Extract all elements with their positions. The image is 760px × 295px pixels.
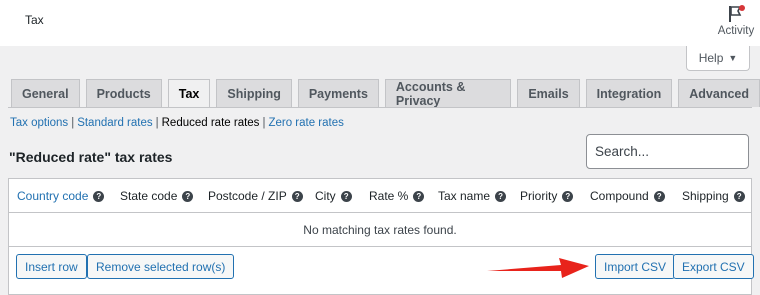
separator: | [155, 117, 159, 129]
top-bar: Tax Activity [0, 0, 760, 46]
tab-shipping[interactable]: Shipping [216, 79, 292, 107]
tab-accounts-privacy[interactable]: Accounts & Privacy [384, 79, 512, 108]
subsection-standard-rates[interactable]: Standard rates [77, 117, 152, 129]
separator: | [71, 117, 75, 129]
search-input[interactable] [586, 134, 749, 169]
help-icon[interactable]: ? [291, 190, 303, 202]
help-icon[interactable]: ? [182, 190, 194, 202]
column-label: State code [120, 189, 178, 203]
column-header-compound: Compound ? [590, 189, 665, 203]
notification-dot [739, 5, 745, 11]
page-title: Tax [25, 13, 44, 27]
column-header-postcode: Postcode / ZIP ? [208, 189, 303, 203]
flag-icon [727, 4, 745, 24]
column-header-rate: Rate % ? [369, 189, 425, 203]
column-label: Priority [520, 189, 558, 203]
insert-row-button[interactable]: Insert row [16, 254, 87, 279]
column-label: Tax name [438, 189, 491, 203]
import-csv-button[interactable]: Import CSV [595, 254, 676, 279]
column-label: Postcode / ZIP [208, 189, 287, 203]
help-icon[interactable]: ? [653, 190, 665, 202]
column-header-state-code: State code ? [120, 189, 194, 203]
help-icon[interactable]: ? [413, 190, 425, 202]
tab-integration[interactable]: Integration [585, 79, 673, 107]
help-icon[interactable]: ? [562, 190, 574, 202]
tab-tax[interactable]: Tax [167, 79, 211, 108]
separator: | [262, 117, 266, 129]
tab-payments[interactable]: Payments [297, 79, 379, 107]
help-button[interactable]: Help ▼ [686, 46, 750, 71]
tax-subsection-nav: Tax options | Standard rates | Reduced r… [10, 117, 344, 129]
subsection-zero-rate-rates[interactable]: Zero rate rates [268, 117, 343, 129]
help-icon[interactable]: ? [340, 190, 352, 202]
column-header-city: City ? [315, 189, 352, 203]
column-label: Shipping [682, 189, 729, 203]
subsection-reduced-rate-rates: Reduced rate rates [161, 117, 260, 129]
column-header-shipping: Shipping ? [682, 189, 745, 203]
table-header: Country code ? State code ? Postcode / Z… [9, 179, 751, 213]
column-label: Compound [590, 189, 649, 203]
help-icon[interactable]: ? [93, 190, 105, 202]
column-label: City [315, 189, 336, 203]
section-heading: "Reduced rate" tax rates [9, 149, 173, 165]
column-header-tax-name: Tax name ? [438, 189, 507, 203]
tab-divider [8, 107, 752, 108]
tab-general[interactable]: General [11, 79, 80, 107]
column-label: Rate % [369, 189, 409, 203]
help-icon[interactable]: ? [733, 190, 745, 202]
export-csv-button[interactable]: Export CSV [673, 254, 754, 279]
activity-button[interactable]: Activity [716, 4, 756, 37]
activity-label: Activity [717, 25, 755, 37]
tab-advanced[interactable]: Advanced [678, 79, 760, 107]
column-label: Country code [17, 189, 89, 203]
column-header-country-code[interactable]: Country code ? [17, 189, 105, 203]
subsection-tax-options[interactable]: Tax options [10, 117, 68, 129]
tab-emails[interactable]: Emails [517, 79, 580, 107]
help-label: Help [698, 51, 724, 65]
help-icon[interactable]: ? [495, 190, 507, 202]
remove-selected-rows-button[interactable]: Remove selected row(s) [87, 254, 235, 279]
caret-down-icon: ▼ [728, 53, 738, 63]
annotation-arrow-icon [487, 258, 589, 278]
column-header-priority: Priority ? [520, 189, 574, 203]
empty-table-message: No matching tax rates found. [9, 213, 751, 247]
settings-tabs: General Products Tax Shipping Payments A… [11, 79, 760, 108]
tab-products[interactable]: Products [85, 79, 162, 107]
